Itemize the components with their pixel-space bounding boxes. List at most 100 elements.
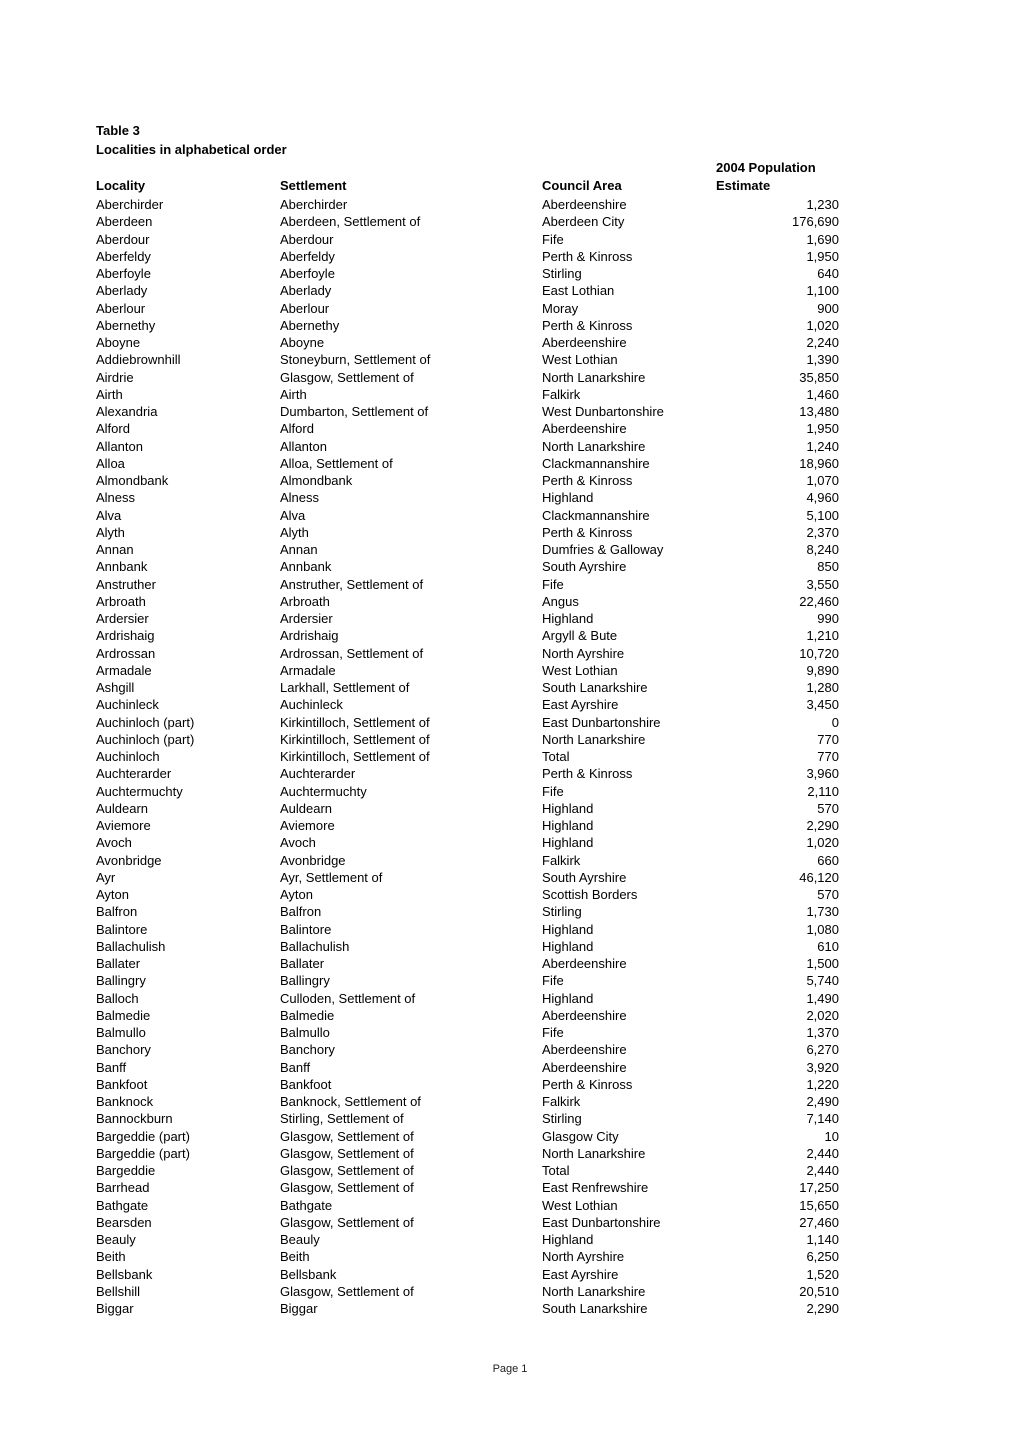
cell-settlement: Beauly — [280, 1232, 320, 1247]
column-header-population-line2: Estimate — [716, 178, 771, 193]
cell-settlement: Biggar — [280, 1301, 318, 1316]
cell-council-area: Stirling — [542, 904, 582, 920]
cell-locality: Balmedie — [96, 1007, 151, 1023]
cell-locality: Aberfoyle — [96, 266, 151, 281]
cell-council-area: Argyll & Bute — [542, 628, 618, 644]
cell-council-area: Fife — [542, 1025, 564, 1040]
cell-population: 2,490 — [806, 1094, 839, 1109]
cell-settlement: Ardrishaig — [280, 628, 339, 644]
cell-population: 1,100 — [806, 283, 839, 299]
cell-population: 3,920 — [806, 1059, 839, 1075]
cell-settlement: Glasgow, Settlement of — [280, 1283, 414, 1299]
table-row: Aberlady Aberlady East Lothian 1,100 — [0, 282, 1020, 299]
cell-settlement: Annan — [280, 542, 318, 557]
cell-locality: Avoch — [96, 835, 132, 851]
cell-locality: Balmullo — [96, 1025, 146, 1040]
column-header-council-area: Council Area — [542, 178, 622, 193]
cell-population: 1,490 — [806, 990, 839, 1006]
cell-council-area: North Lanarkshire — [542, 438, 646, 454]
cell-council-area: Highland — [542, 818, 594, 833]
cell-locality: Bargeddie (part) — [96, 1145, 190, 1161]
cell-council-area: Aberdeenshire — [542, 956, 627, 971]
cell-population: 850 — [817, 559, 839, 575]
table-row: Allanton Allanton North Lanarkshire 1,240 — [0, 438, 1020, 455]
cell-locality: Auchinleck — [96, 697, 159, 713]
cell-settlement: Auldearn — [280, 800, 333, 816]
cell-population: 2,440 — [806, 1163, 839, 1178]
cell-settlement: Ayr, Settlement of — [280, 869, 383, 885]
cell-council-area: Falkirk — [542, 852, 581, 868]
cell-settlement: Kirkintilloch, Settlement of — [280, 714, 430, 730]
cell-council-area: South Lanarkshire — [542, 680, 648, 695]
cell-settlement: Avonbridge — [280, 852, 346, 868]
cell-settlement: Avoch — [280, 835, 316, 851]
cell-council-area: East Ayrshire — [542, 1266, 619, 1282]
cell-locality: Abernethy — [96, 317, 156, 333]
cell-council-area: Highland — [542, 490, 594, 506]
cell-population: 1,950 — [806, 248, 839, 264]
cell-population: 1,520 — [806, 1266, 839, 1282]
cell-council-area: South Ayrshire — [542, 869, 627, 885]
table-row: Addiebrownhill Stoneyburn, Settlement of W… — [0, 351, 1020, 368]
table-row: Biggar Biggar South Lanarkshire 2,290 — [0, 1300, 1020, 1317]
cell-population: 3,450 — [806, 697, 839, 713]
cell-settlement: Glasgow, Settlement of — [280, 1163, 414, 1178]
cell-settlement: Arbroath — [280, 593, 330, 609]
cell-locality: Barrhead — [96, 1180, 150, 1196]
cell-population: 17,250 — [799, 1180, 839, 1196]
cell-population: 18,960 — [799, 455, 839, 471]
table-row: Aviemore Aviemore Highland 2,290 — [0, 817, 1020, 834]
cell-locality: Alford — [96, 421, 130, 437]
cell-settlement: Balmedie — [280, 1007, 335, 1023]
table-row: Bellsbank Bellsbank East Ayrshire 1,520 — [0, 1266, 1020, 1283]
table-row: Bellshill Glasgow, Settlement of North Lan… — [0, 1283, 1020, 1300]
cell-population: 1,730 — [806, 904, 839, 920]
cell-council-area: Aberdeenshire — [542, 421, 627, 437]
cell-settlement: Balmullo — [280, 1025, 330, 1040]
cell-council-area: East Renfrewshire — [542, 1180, 649, 1196]
table-row: Auchtermuchty Auchtermuchty Fife 2,110 — [0, 783, 1020, 800]
cell-population: 1,210 — [806, 628, 839, 644]
cell-locality: Avonbridge — [96, 852, 162, 868]
cell-locality: Ardrossan — [96, 645, 156, 661]
table-row: Alexandria Dumbarton, Settlement of West D… — [0, 403, 1020, 420]
table-row: Aberdour Aberdour Fife 1,690 — [0, 231, 1020, 248]
cell-locality: Allanton — [96, 438, 143, 454]
cell-settlement: Banchory — [280, 1042, 335, 1058]
cell-council-area: Dumfries & Galloway — [542, 542, 664, 557]
cell-population: 1,080 — [806, 921, 839, 937]
cell-locality: Ballingry — [96, 973, 146, 989]
column-header-settlement: Settlement — [280, 178, 347, 193]
table-row: Alness Alness Highland 4,960 — [0, 489, 1020, 506]
table-row: Armadale Armadale West Lothian 9,890 — [0, 662, 1020, 679]
cell-population: 990 — [817, 611, 839, 626]
cell-locality: Annbank — [96, 559, 148, 575]
cell-settlement: Bathgate — [280, 1197, 333, 1213]
cell-settlement: Abernethy — [280, 317, 340, 333]
cell-locality: Alva — [96, 507, 122, 523]
cell-population: 5,740 — [806, 973, 839, 989]
cell-locality: Aberfeldy — [96, 248, 151, 264]
cell-population: 10,720 — [799, 645, 839, 661]
cell-council-area: West Lothian — [542, 662, 618, 678]
table-row: Auchinleck Auchinleck East Ayrshire 3,450 — [0, 696, 1020, 713]
cell-settlement: Allanton — [280, 438, 327, 454]
cell-settlement: Stirling, Settlement of — [280, 1111, 404, 1127]
cell-population: 1,140 — [806, 1232, 839, 1247]
table-row: Alford Alford Aberdeenshire 1,950 — [0, 420, 1020, 437]
cell-settlement: Aberdour — [280, 231, 334, 247]
cell-locality: Ayton — [96, 887, 130, 902]
cell-settlement: Glasgow, Settlement of — [280, 1180, 414, 1196]
cell-settlement: Alloa, Settlement of — [280, 455, 393, 471]
cell-settlement: Anstruther, Settlement of — [280, 576, 424, 592]
cell-settlement: Alness — [280, 490, 320, 506]
cell-settlement: Kirkintilloch, Settlement of — [280, 749, 430, 764]
cell-council-area: Aberdeenshire — [542, 1007, 627, 1023]
cell-locality: Balintore — [96, 921, 148, 937]
cell-locality: Ballater — [96, 956, 141, 971]
table-body: Aberchirder Aberchirder Aberdeenshire 1,230… — [0, 196, 1020, 1317]
cell-locality: Auchtermuchty — [96, 783, 183, 799]
cell-locality: Bannockburn — [96, 1111, 173, 1127]
cell-settlement: Bankfoot — [280, 1076, 332, 1092]
table-row: Balloch Culloden, Settlement of Highland 1,… — [0, 990, 1020, 1007]
